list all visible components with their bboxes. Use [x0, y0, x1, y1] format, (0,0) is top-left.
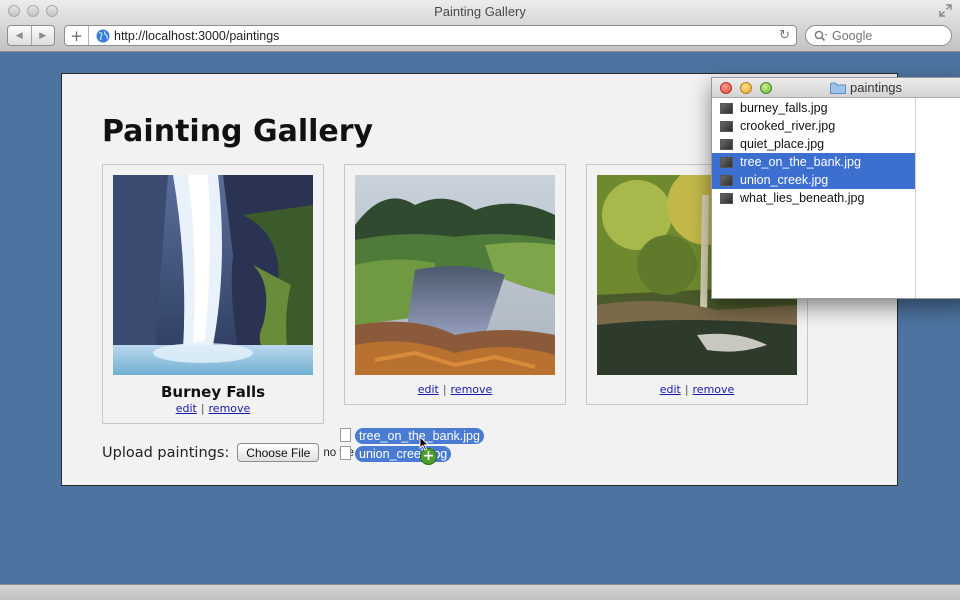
card-actions: edit | remove — [103, 402, 323, 423]
image-file-icon — [720, 192, 733, 204]
window-title: Painting Gallery — [434, 4, 526, 19]
page-title: Painting Gallery — [102, 114, 374, 149]
forward-button[interactable]: ▶ — [30, 26, 55, 45]
edit-link[interactable]: edit — [418, 383, 439, 396]
image-file-icon — [720, 174, 733, 186]
file-row[interactable]: quiet_place.jpg — [712, 135, 915, 153]
card-actions: edit | remove — [587, 383, 807, 404]
river-painting — [355, 175, 555, 375]
file-name: burney_falls.jpg — [740, 101, 828, 115]
remove-link[interactable]: remove — [451, 383, 493, 396]
zoom-window-button[interactable] — [46, 5, 58, 17]
browser-statusbar — [0, 584, 960, 600]
painting-card: edit | remove — [344, 164, 566, 405]
finder-file-list: burney_falls.jpg crooked_river.jpg quiet… — [712, 98, 916, 298]
painting-image — [113, 175, 313, 375]
file-row[interactable]: burney_falls.jpg — [712, 99, 915, 117]
globe-icon — [96, 29, 110, 42]
file-row[interactable]: what_lies_beneath.jpg — [712, 189, 915, 207]
file-name: tree_on_the_bank.jpg — [740, 155, 861, 169]
image-file-icon — [720, 120, 733, 132]
edit-link[interactable]: edit — [176, 402, 197, 415]
finder-titlebar: paintings — [712, 78, 960, 98]
upload-label: Upload paintings: — [102, 444, 230, 461]
painting-title: Burney Falls — [160, 383, 266, 401]
file-name: union_creek.jpg — [740, 173, 829, 187]
card-actions: edit | remove — [345, 383, 565, 404]
painting-card: Burney Falls edit | remove — [102, 164, 324, 424]
file-name: what_lies_beneath.jpg — [740, 191, 865, 205]
choose-file-button[interactable]: Choose File — [237, 443, 320, 462]
image-file-icon — [720, 138, 733, 150]
window-controls — [8, 5, 58, 17]
minimize-window-button[interactable] — [27, 5, 39, 17]
link-separator: | — [684, 383, 689, 396]
search-field[interactable] — [805, 25, 952, 46]
file-row[interactable]: union_creek.jpg — [712, 171, 915, 189]
close-window-button[interactable] — [8, 5, 20, 17]
image-file-icon — [720, 102, 733, 114]
folder-icon — [830, 82, 846, 94]
cursor-icon — [419, 436, 430, 451]
browser-toolbar: ◀ ▶ + http://localhost:3000/paintings ↻ — [0, 22, 960, 52]
remove-link[interactable]: remove — [209, 402, 251, 415]
finder-title: paintings — [830, 80, 902, 95]
finder-title-text: paintings — [850, 80, 903, 95]
finder-minimize-button[interactable] — [740, 82, 752, 94]
nav-buttons: ◀ ▶ — [7, 25, 55, 46]
finder-window-controls — [720, 82, 772, 94]
remove-link[interactable]: remove — [693, 383, 735, 396]
reload-icon[interactable]: ↻ — [779, 28, 790, 43]
dragged-file-icon — [340, 428, 351, 442]
new-tab-button[interactable]: + — [65, 26, 89, 45]
link-separator: | — [200, 402, 205, 415]
address-bar[interactable]: + http://localhost:3000/paintings ↻ — [64, 25, 797, 46]
finder-zoom-button[interactable] — [760, 82, 772, 94]
edit-link[interactable]: edit — [660, 383, 681, 396]
dragged-file-icon — [340, 446, 351, 460]
file-name: crooked_river.jpg — [740, 119, 836, 133]
browser-titlebar: Painting Gallery — [0, 0, 960, 22]
back-button[interactable]: ◀ — [8, 26, 31, 45]
link-separator: | — [442, 383, 447, 396]
file-row[interactable]: tree_on_the_bank.jpg — [712, 153, 915, 171]
finder-window: paintings burney_falls.jpg crooked_river… — [711, 77, 960, 299]
image-file-icon — [720, 156, 733, 168]
url-text: http://localhost:3000/paintings — [114, 28, 280, 43]
painting-image — [355, 175, 555, 375]
file-name: quiet_place.jpg — [740, 137, 825, 151]
waterfall-painting — [113, 175, 313, 375]
fullscreen-icon[interactable] — [939, 4, 952, 17]
file-row[interactable]: crooked_river.jpg — [712, 117, 915, 135]
search-icon — [814, 30, 827, 41]
finder-close-button[interactable] — [720, 82, 732, 94]
search-input[interactable] — [832, 28, 942, 43]
upload-form: Upload paintings: Choose File no file s — [102, 443, 363, 462]
